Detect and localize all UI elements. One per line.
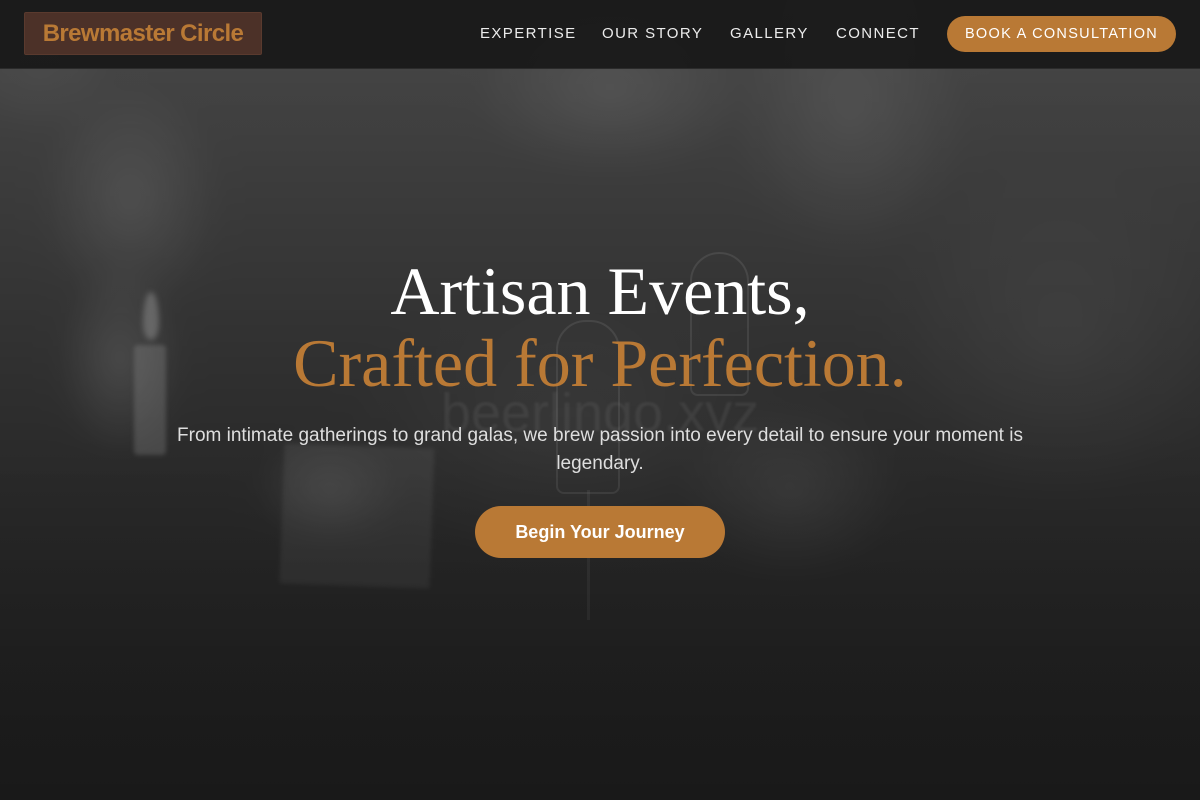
nav-link-gallery[interactable]: GALLERY [730, 25, 809, 43]
hero-title-line2: Crafted for Perfection. [293, 325, 907, 401]
navbar: Brewmaster Circle EXPERTISE OUR STORY GA… [0, 0, 1200, 69]
book-consultation-button[interactable]: BOOK A CONSULTATION [947, 16, 1176, 52]
nav-link-our-story[interactable]: OUR STORY [602, 25, 703, 43]
hero-title: Artisan Events, Crafted for Perfection. [0, 255, 1200, 399]
nav-link-expertise[interactable]: EXPERTISE [480, 25, 577, 43]
begin-journey-button[interactable]: Begin Your Journey [475, 506, 725, 558]
hero-title-line1: Artisan Events, [390, 253, 810, 329]
hero-section: beerlingo.xyz Artisan Events, Crafted fo… [0, 0, 1200, 800]
hero-subtitle: From intimate gatherings to grand galas,… [177, 425, 1023, 474]
brand-logo[interactable]: Brewmaster Circle [24, 12, 262, 55]
nav-link-connect[interactable]: CONNECT [836, 25, 920, 43]
